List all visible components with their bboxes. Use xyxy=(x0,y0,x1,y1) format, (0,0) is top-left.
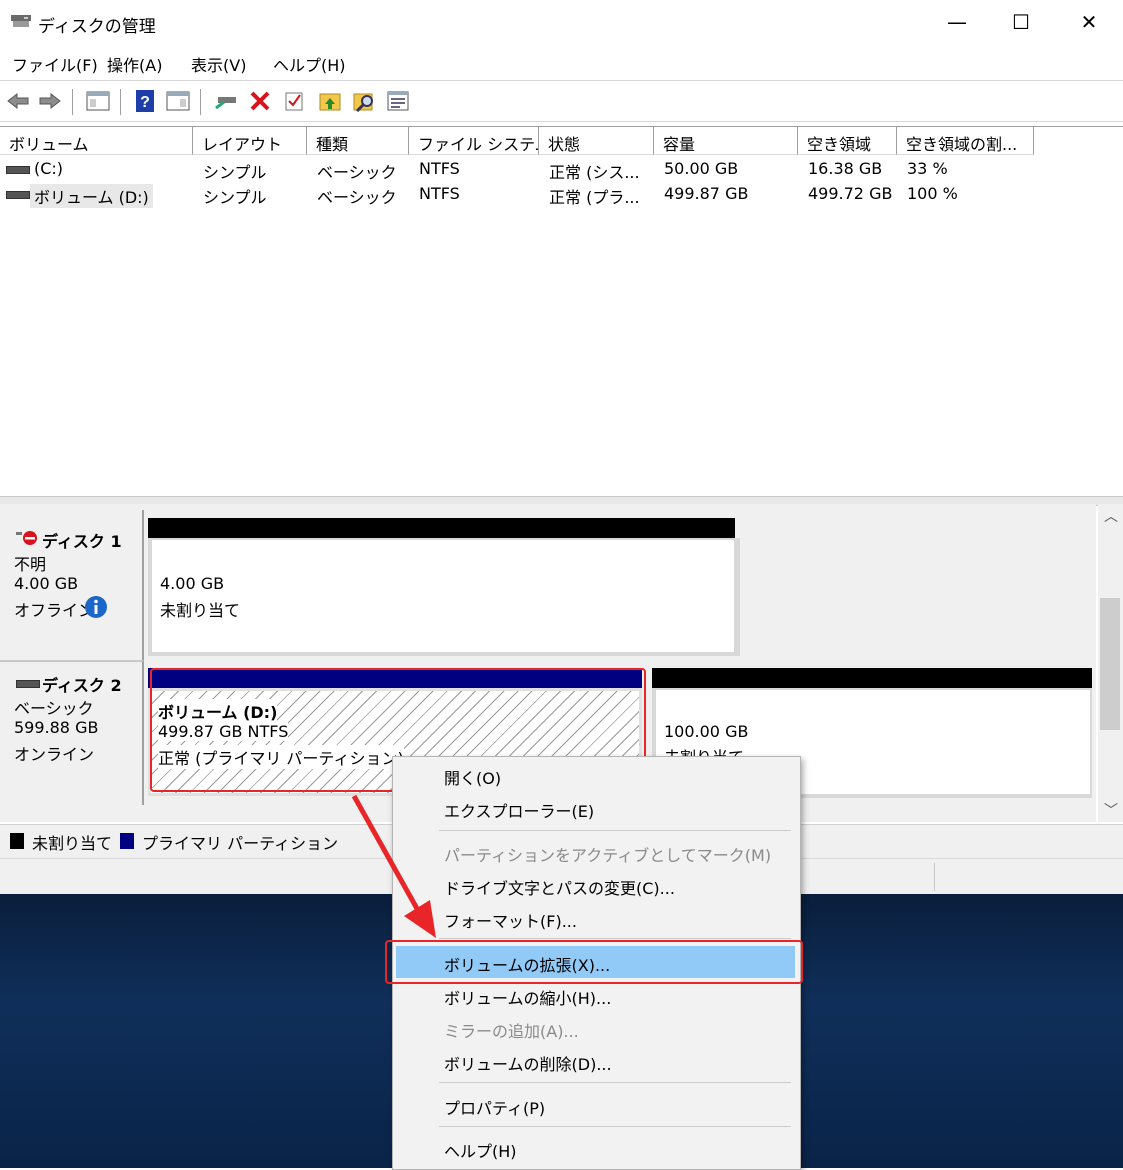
volume-name: ボリューム (D:) xyxy=(30,184,153,208)
menu-item-properties[interactable]: プロパティ(P) xyxy=(396,1089,795,1121)
column-header-type[interactable]: 種類 xyxy=(307,127,409,155)
menu-item-open[interactable]: 開く(O) xyxy=(396,759,795,791)
column-header-filesystem[interactable]: ファイル システム xyxy=(409,127,539,155)
disk-2-label[interactable]: ディスク 2 ベーシック 599.88 GB オンライン xyxy=(0,660,144,805)
drive-icon xyxy=(6,191,30,199)
info-icon[interactable] xyxy=(84,595,108,619)
svg-text:?: ? xyxy=(140,94,150,111)
connect-disk-icon[interactable] xyxy=(214,89,238,113)
volume-free-space: 16.38 GB xyxy=(808,159,883,178)
volume-type: ベーシック xyxy=(317,163,397,182)
unallocated-swatch xyxy=(10,833,24,849)
volume-status: 正常 (プラ... xyxy=(549,188,640,207)
disk-status: オンライン xyxy=(14,745,95,764)
title-bar: ディスクの管理 — ☐ ✕ xyxy=(0,0,1123,44)
toolbar-separator xyxy=(200,89,201,115)
scroll-up-icon[interactable]: ︿ xyxy=(1104,506,1118,526)
menu-item-explorer[interactable]: エクスプローラー(E) xyxy=(396,792,795,824)
volume-filesystem: NTFS xyxy=(419,159,460,178)
annotation-arrow xyxy=(351,794,436,938)
disk-management-icon xyxy=(11,15,31,27)
drive-icon xyxy=(6,166,30,174)
disk-1-label[interactable]: ディスク 1 不明 4.00 GB オフライン xyxy=(0,510,144,660)
volume-capacity: 50.00 GB xyxy=(664,159,739,178)
column-header-volume[interactable]: ボリューム xyxy=(0,127,193,155)
menu-action[interactable]: 操作(A) xyxy=(107,52,162,76)
legend-unallocated: 未割り当て xyxy=(32,834,113,853)
properties-icon[interactable] xyxy=(386,89,410,113)
minimize-button[interactable]: — xyxy=(922,0,992,44)
legend-primary: プライマリ パーティション xyxy=(142,834,339,853)
action-pane-icon[interactable] xyxy=(166,89,190,113)
help-icon[interactable]: ? xyxy=(133,89,157,113)
menu-separator xyxy=(439,1126,791,1127)
menu-separator xyxy=(439,1082,791,1083)
status-divider xyxy=(934,863,935,891)
column-header-layout[interactable]: レイアウト xyxy=(193,127,307,155)
scroll-thumb[interactable] xyxy=(1100,598,1120,730)
folder-up-icon[interactable] xyxy=(318,89,342,113)
volume-list: ボリューム レイアウト 種類 ファイル システム 状態 容量 空き領域 空き領域… xyxy=(0,126,1123,497)
disk-1-unallocated-partition[interactable]: 4.00 GB 未割り当て xyxy=(148,538,740,656)
disk-name: ディスク 2 xyxy=(42,676,122,695)
folder-search-icon[interactable] xyxy=(352,89,376,113)
scroll-down-icon[interactable]: ﹀ xyxy=(1104,800,1118,820)
table-row[interactable]: ボリューム (D:) シンプル ベーシック NTFS 正常 (プラ... 499… xyxy=(0,182,1034,208)
vertical-scrollbar[interactable]: ︿ ﹀ xyxy=(1098,504,1123,822)
column-header-status[interactable]: 状態 xyxy=(539,127,654,155)
toolbar: ? xyxy=(0,80,1123,122)
back-arrow-icon[interactable] xyxy=(6,89,30,113)
forward-arrow-icon[interactable] xyxy=(38,89,62,113)
disk-type: ベーシック xyxy=(14,699,94,718)
toolbar-separator xyxy=(120,89,121,115)
volume-capacity: 499.87 GB xyxy=(664,184,749,203)
menu-file[interactable]: ファイル(F) xyxy=(12,52,98,76)
disk-icon xyxy=(16,680,40,688)
unallocated-bar xyxy=(652,668,1092,688)
volume-free-space: 499.72 GB xyxy=(808,184,893,203)
toolbar-separator xyxy=(72,89,73,115)
column-header-capacity[interactable]: 容量 xyxy=(654,127,798,155)
partition-status: 未割り当て xyxy=(160,601,241,620)
column-header-free-space[interactable]: 空き領域 xyxy=(798,127,897,155)
partition-size: 4.00 GB xyxy=(160,574,225,593)
menu-item-format[interactable]: フォーマット(F)... xyxy=(396,902,795,934)
disk-name: ディスク 1 xyxy=(42,532,122,551)
disk-size: 4.00 GB xyxy=(14,574,79,593)
volume-free-percent: 33 % xyxy=(907,159,948,178)
menu-separator xyxy=(439,938,791,939)
maximize-button[interactable]: ☐ xyxy=(986,0,1056,44)
console-tree-icon[interactable] xyxy=(86,89,110,113)
volume-name: (C:) xyxy=(34,159,64,178)
volume-layout: シンプル xyxy=(203,188,267,207)
menu-item-delete-volume[interactable]: ボリュームの削除(D)... xyxy=(396,1045,795,1077)
disk-status: オフライン xyxy=(14,601,95,620)
column-header-free-percent[interactable]: 空き領域の割... xyxy=(897,127,1034,155)
disk-size: 599.88 GB xyxy=(14,718,99,737)
volume-type: ベーシック xyxy=(317,188,397,207)
menu-item-change-drive-letter[interactable]: ドライブ文字とパスの変更(C)... xyxy=(396,869,795,901)
menu-item-add-mirror: ミラーの追加(A)... xyxy=(444,1022,579,1041)
volume-layout: シンプル xyxy=(203,163,267,182)
window-title: ディスクの管理 xyxy=(38,17,156,37)
menu-bar: ファイル(F) 操作(A) 表示(V) ヘルプ(H) xyxy=(0,44,1123,78)
volume-free-percent: 100 % xyxy=(907,184,958,203)
volume-status: 正常 (シス... xyxy=(549,163,640,182)
menu-item-help[interactable]: ヘルプ(H) xyxy=(396,1132,795,1164)
volume-filesystem: NTFS xyxy=(419,184,460,203)
offline-disk-icon xyxy=(16,531,37,545)
menu-view[interactable]: 表示(V) xyxy=(191,52,246,76)
disk-type: 不明 xyxy=(14,555,47,574)
primary-swatch xyxy=(120,833,134,849)
unallocated-bar xyxy=(148,518,735,538)
menu-item-mark-active: パーティションをアクティブとしてマーク(M) xyxy=(444,846,772,865)
annotation-highlight-box xyxy=(385,940,803,984)
close-button[interactable]: ✕ xyxy=(1054,0,1123,44)
table-row[interactable]: (C:) シンプル ベーシック NTFS 正常 (シス... 50.00 GB … xyxy=(0,157,1034,182)
partition-size: 100.00 GB xyxy=(664,722,749,741)
menu-separator xyxy=(439,830,791,831)
delete-icon[interactable] xyxy=(248,89,272,113)
check-icon[interactable] xyxy=(282,89,306,113)
menu-help[interactable]: ヘルプ(H) xyxy=(273,52,346,76)
